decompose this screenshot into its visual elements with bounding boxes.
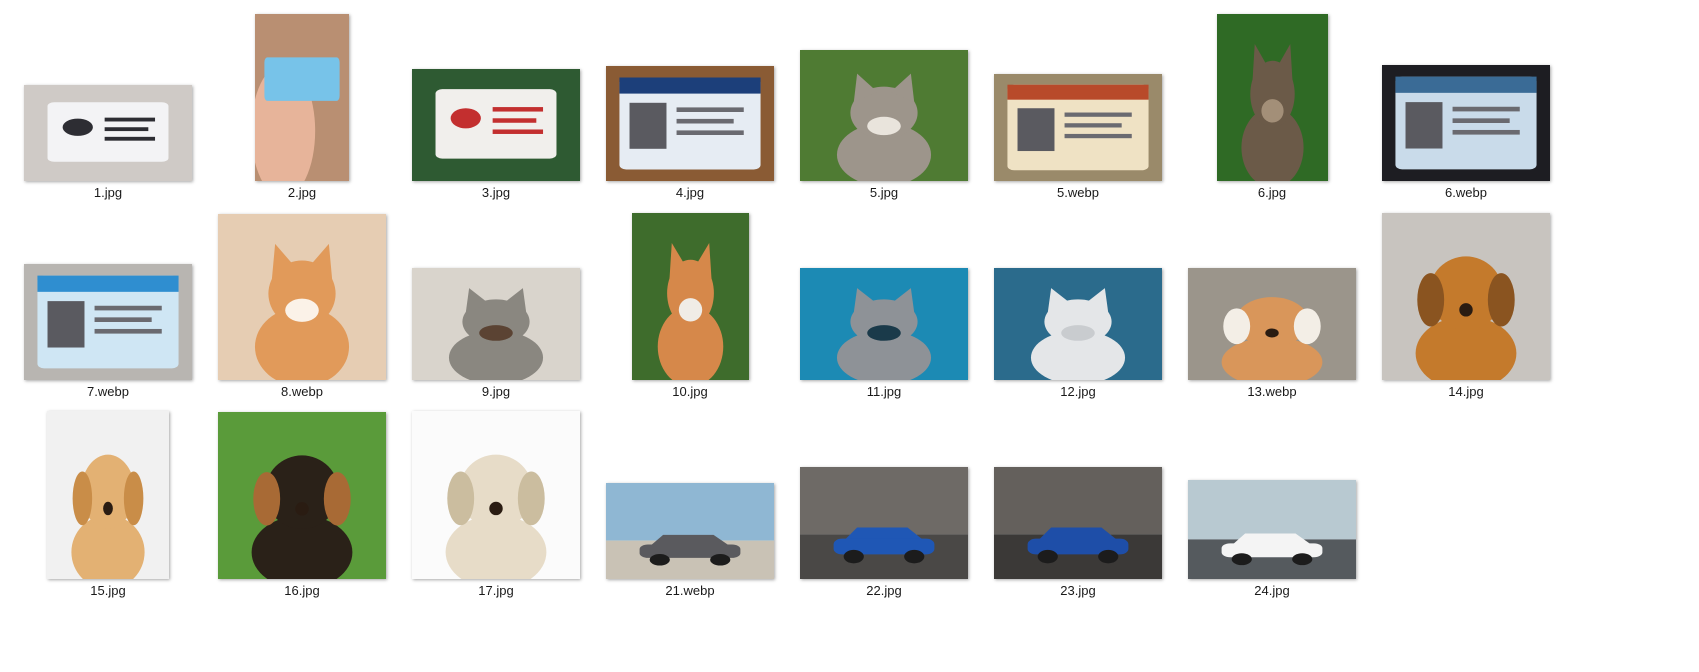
file-item[interactable]: 7.webp bbox=[3, 199, 213, 415]
dog-photo-icon bbox=[1188, 268, 1356, 380]
file-item[interactable]: 1.jpg bbox=[3, 0, 213, 216]
file-item[interactable]: 10.jpg bbox=[585, 199, 795, 415]
file-item[interactable]: 5.jpg bbox=[779, 0, 989, 216]
file-name-label: 23.jpg bbox=[1060, 583, 1096, 598]
cat-photo-icon bbox=[218, 214, 386, 380]
dog-photo-icon bbox=[1382, 213, 1550, 380]
file-thumbnail[interactable] bbox=[606, 66, 774, 181]
file-thumbnail[interactable] bbox=[994, 74, 1162, 181]
hand-card-photo-icon bbox=[255, 14, 349, 181]
file-item[interactable]: 12.jpg bbox=[973, 199, 1183, 415]
file-name-label: 8.webp bbox=[281, 384, 323, 399]
file-item[interactable]: 13.webp bbox=[1167, 199, 1377, 415]
file-thumbnail[interactable] bbox=[255, 14, 349, 181]
file-thumbnail[interactable] bbox=[412, 411, 580, 579]
file-item[interactable]: 24.jpg bbox=[1167, 398, 1377, 614]
file-item[interactable]: 2.jpg bbox=[197, 0, 407, 216]
file-thumbnail[interactable] bbox=[800, 268, 968, 380]
file-item[interactable]: 4.jpg bbox=[585, 0, 795, 216]
file-name-label: 5.webp bbox=[1057, 185, 1099, 200]
car-photo-icon bbox=[1188, 480, 1356, 579]
dog-photo-icon bbox=[412, 411, 580, 579]
file-item[interactable]: 21.webp bbox=[585, 398, 795, 614]
file-item[interactable]: 6.webp bbox=[1361, 0, 1571, 216]
file-item[interactable]: 6.jpg bbox=[1167, 0, 1377, 216]
file-thumbnail[interactable] bbox=[800, 50, 968, 181]
file-name-label: 6.jpg bbox=[1257, 185, 1287, 200]
file-name-label: 22.jpg bbox=[866, 583, 902, 598]
file-name-label: 13.webp bbox=[1247, 384, 1297, 399]
file-thumbnail[interactable] bbox=[218, 214, 386, 380]
file-name-label: 1.jpg bbox=[93, 185, 123, 200]
license-photo-icon bbox=[994, 74, 1162, 181]
file-thumbnail[interactable] bbox=[1216, 14, 1328, 181]
file-thumbnail[interactable] bbox=[1188, 480, 1356, 579]
file-item[interactable]: 9.jpg bbox=[391, 199, 601, 415]
file-thumbnail[interactable] bbox=[606, 483, 774, 579]
car-photo-icon bbox=[994, 467, 1162, 579]
car-photo-icon bbox=[800, 467, 968, 579]
cat-photo-icon bbox=[800, 50, 968, 181]
file-item[interactable]: 17.jpg bbox=[391, 398, 601, 614]
file-name-label: 15.jpg bbox=[90, 583, 126, 598]
file-thumbnail[interactable] bbox=[800, 467, 968, 579]
file-thumbnail[interactable] bbox=[412, 268, 580, 380]
file-item[interactable]: 5.webp bbox=[973, 0, 1183, 216]
license-photo-icon bbox=[24, 264, 192, 380]
file-name-label: 7.webp bbox=[87, 384, 129, 399]
file-thumbnail[interactable] bbox=[994, 467, 1162, 579]
file-name-label: 4.jpg bbox=[675, 185, 705, 200]
file-name-label: 21.webp bbox=[665, 583, 715, 598]
file-name-label: 2.jpg bbox=[287, 185, 317, 200]
file-thumbnail[interactable] bbox=[1188, 268, 1356, 380]
cat-photo-icon bbox=[994, 268, 1162, 380]
file-name-label: 10.jpg bbox=[672, 384, 708, 399]
id-card-photo-icon bbox=[412, 69, 580, 181]
file-thumbnail[interactable] bbox=[24, 264, 192, 380]
cat-photo-icon bbox=[1216, 14, 1328, 181]
car-photo-icon bbox=[606, 483, 774, 579]
file-name-label: 12.jpg bbox=[1060, 384, 1096, 399]
file-item[interactable]: 16.jpg bbox=[197, 398, 407, 614]
file-thumbnail[interactable] bbox=[1382, 65, 1550, 181]
file-thumbnail[interactable] bbox=[994, 268, 1162, 380]
file-name-label: 16.jpg bbox=[284, 583, 320, 598]
file-thumbnail[interactable] bbox=[24, 85, 192, 181]
license-photo-icon bbox=[1382, 65, 1550, 181]
license-photo-icon bbox=[606, 66, 774, 181]
file-thumbnail[interactable] bbox=[412, 69, 580, 181]
file-item[interactable]: 22.jpg bbox=[779, 398, 989, 614]
cat-photo-icon bbox=[631, 213, 749, 380]
dog-photo-icon bbox=[218, 412, 386, 579]
file-item[interactable]: 11.jpg bbox=[779, 199, 989, 415]
file-thumbnail[interactable] bbox=[47, 411, 169, 579]
file-grid: 1.jpg 2.jpg 3.jpg 4.jpg 5.jpg 5.webp 6.j… bbox=[0, 0, 1699, 672]
file-thumbnail[interactable] bbox=[1382, 213, 1550, 380]
file-name-label: 14.jpg bbox=[1448, 384, 1484, 399]
file-name-label: 9.jpg bbox=[481, 384, 511, 399]
file-name-label: 24.jpg bbox=[1254, 583, 1290, 598]
file-item[interactable]: 3.jpg bbox=[391, 0, 601, 216]
cat-photo-icon bbox=[800, 268, 968, 380]
id-card-photo-icon bbox=[24, 85, 192, 181]
file-name-label: 6.webp bbox=[1445, 185, 1487, 200]
file-item[interactable]: 8.webp bbox=[197, 199, 407, 415]
file-item[interactable]: 23.jpg bbox=[973, 398, 1183, 614]
file-name-label: 3.jpg bbox=[481, 185, 511, 200]
file-item[interactable]: 15.jpg bbox=[3, 398, 213, 614]
dog-photo-icon bbox=[47, 411, 169, 579]
file-name-label: 5.jpg bbox=[869, 185, 899, 200]
file-name-label: 11.jpg bbox=[866, 384, 902, 399]
file-item[interactable]: 14.jpg bbox=[1361, 199, 1571, 415]
file-name-label: 17.jpg bbox=[478, 583, 514, 598]
file-thumbnail[interactable] bbox=[218, 412, 386, 579]
file-thumbnail[interactable] bbox=[631, 213, 749, 380]
cat-photo-icon bbox=[412, 268, 580, 380]
